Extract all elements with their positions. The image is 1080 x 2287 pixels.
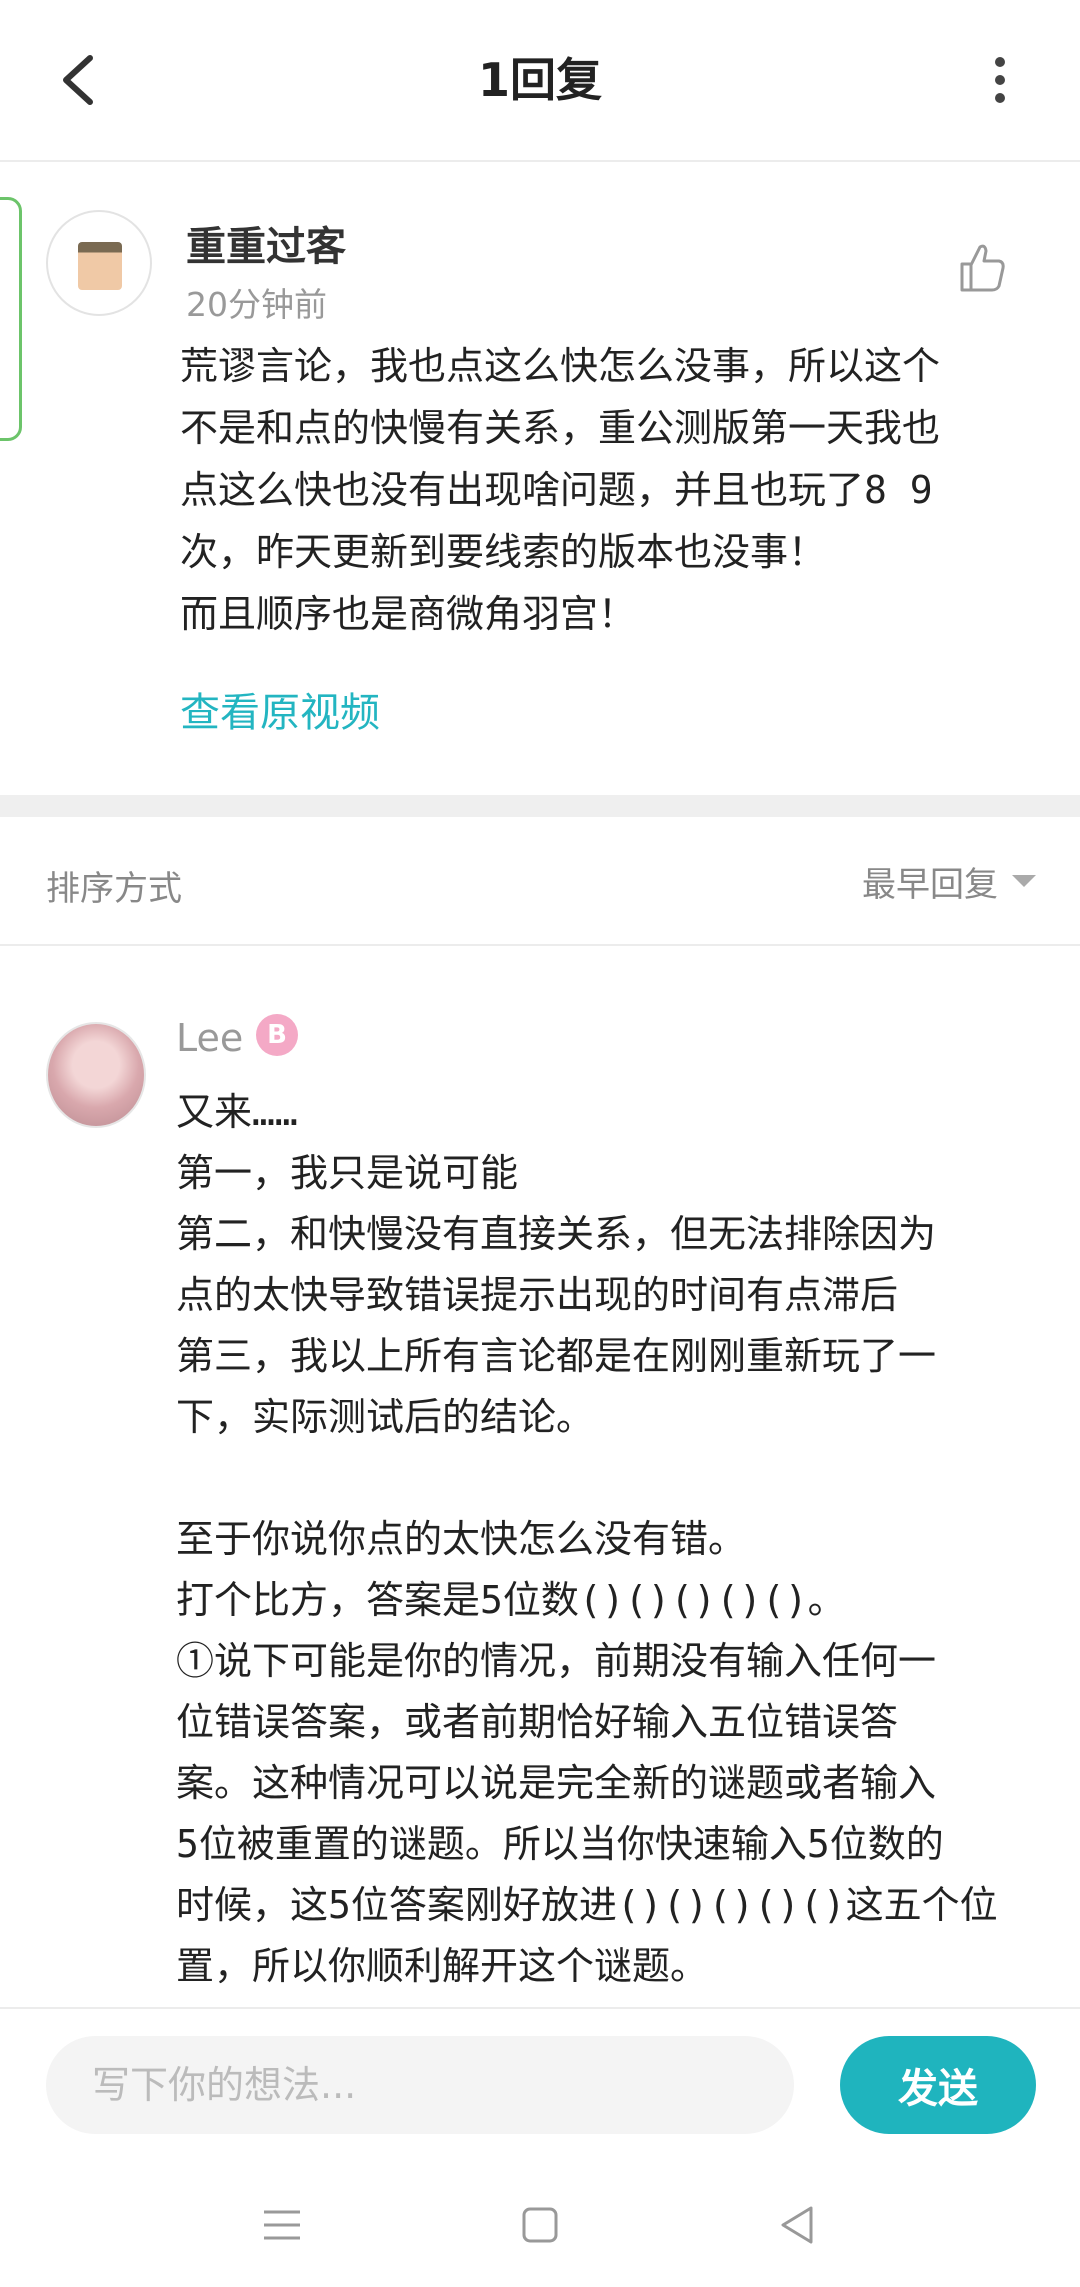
more-options-button[interactable] xyxy=(960,40,1040,120)
sort-bar: 排序方式 最早回复 xyxy=(0,817,1080,946)
system-nav-bar xyxy=(0,2160,1080,2287)
sort-value: 最早回复 xyxy=(862,864,998,905)
view-original-video-link[interactable]: 查看原视频 xyxy=(180,680,380,738)
comment-input[interactable] xyxy=(46,2036,794,2134)
thumb-up-icon xyxy=(960,244,1005,292)
home-button[interactable] xyxy=(505,2190,575,2260)
sort-label: 排序方式 xyxy=(46,869,182,909)
section-divider xyxy=(0,795,1080,817)
level-badge-icon: B xyxy=(256,1014,298,1056)
top-bar: 1回复 xyxy=(0,0,1080,162)
system-back-button[interactable] xyxy=(763,2190,833,2260)
menu-icon xyxy=(264,2210,300,2240)
reply-text: 又来…… 第一，我只是说可能 第二，和快慢没有直接关系，但无法排除因为 点的太快… xyxy=(176,1090,998,1988)
reply-avatar[interactable] xyxy=(46,1022,146,1128)
avatar-image xyxy=(78,242,122,290)
more-vertical-icon xyxy=(995,57,1005,103)
compose-bar: 发送 xyxy=(0,2007,1080,2163)
caret-down-icon xyxy=(1012,875,1036,887)
avatar[interactable] xyxy=(46,210,152,316)
like-button[interactable] xyxy=(952,238,1012,298)
page-title: 1回复 xyxy=(477,53,602,107)
comment-username[interactable]: 重重过客 xyxy=(186,214,346,272)
side-tab[interactable] xyxy=(0,197,22,441)
sort-dropdown[interactable]: 最早回复 xyxy=(862,861,1036,905)
comment-text: 荒谬言论，我也点这么快怎么没事，所以这个 不是和点的快慢有关系，重公测版第一天我… xyxy=(180,344,941,636)
comment-timestamp: 20分钟前 xyxy=(186,285,327,324)
triangle-back-icon xyxy=(781,2206,813,2244)
square-home-icon xyxy=(522,2207,558,2243)
send-button[interactable]: 发送 xyxy=(840,2036,1036,2134)
menu-button[interactable] xyxy=(247,2190,317,2260)
reply-username[interactable]: Lee xyxy=(176,1016,243,1060)
